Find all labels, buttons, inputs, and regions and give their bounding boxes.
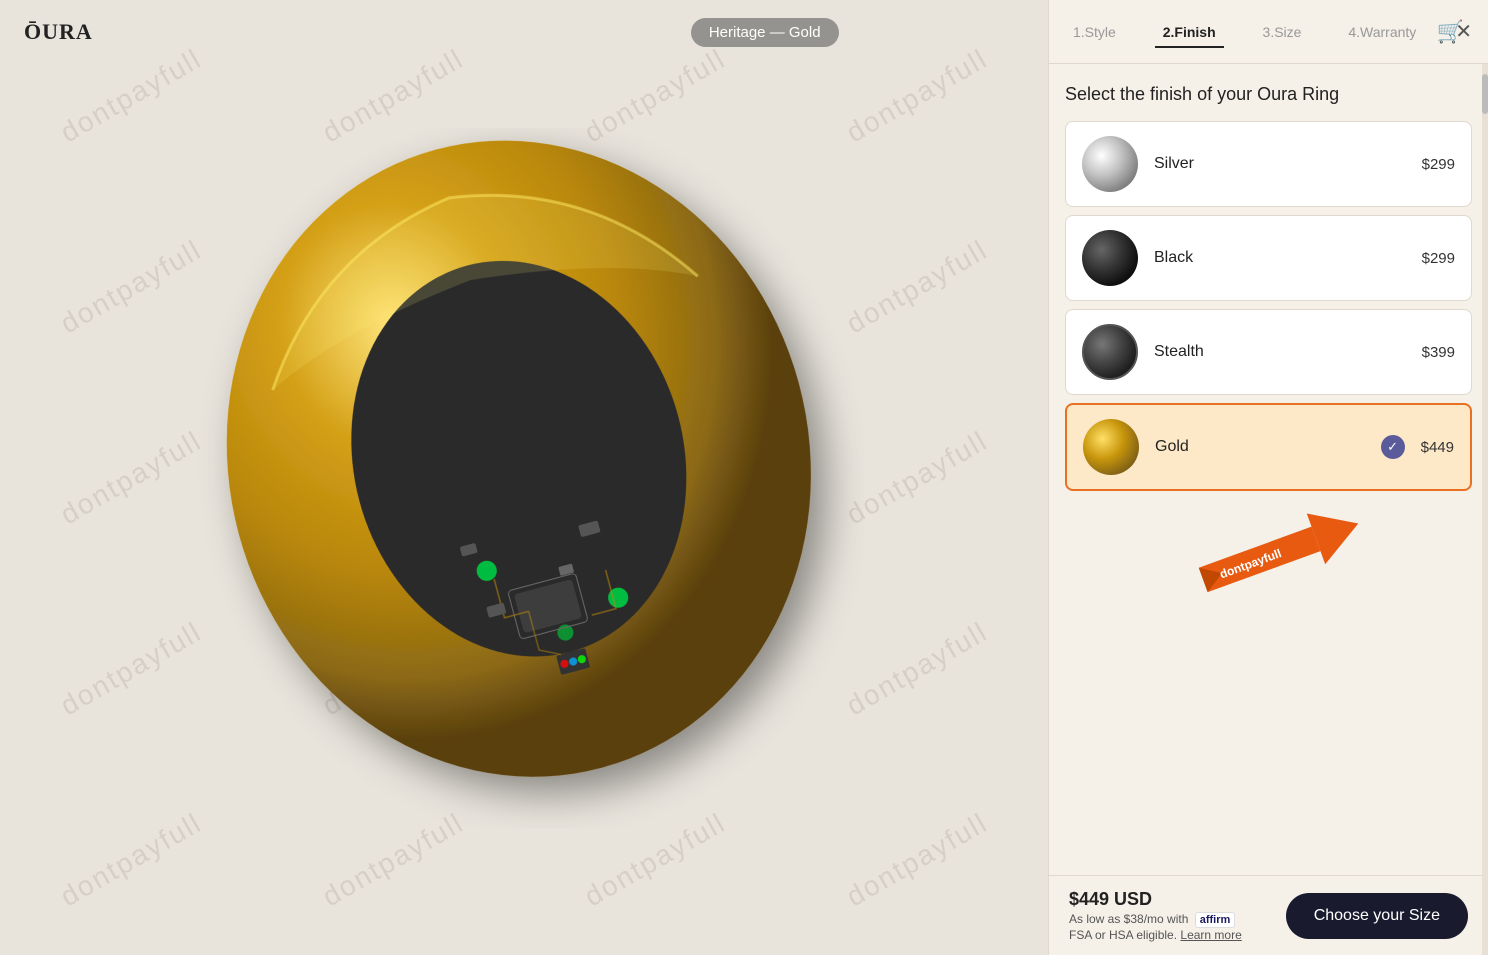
product-label: Heritage — Gold — [691, 18, 839, 47]
black-thumbnail — [1082, 230, 1138, 286]
section-title: Select the finish of your Oura Ring — [1065, 84, 1472, 105]
finish-option-stealth[interactable]: Stealth $399 — [1065, 309, 1472, 395]
left-panel: ŌURA Heritage — Gold 🛒 dontpayfull dontp… — [0, 0, 1048, 955]
finish-option-silver[interactable]: Silver $299 — [1065, 121, 1472, 207]
black-price: $299 — [1422, 250, 1455, 267]
scroll-thumb[interactable] — [1482, 74, 1488, 114]
stealth-price: $399 — [1422, 344, 1455, 361]
main-layout: ŌURA Heritage — Gold 🛒 dontpayfull dontp… — [0, 0, 1488, 955]
learn-more-link[interactable]: Learn more — [1180, 928, 1241, 942]
black-name: Black — [1154, 249, 1414, 267]
stealth-thumbnail — [1082, 324, 1138, 380]
gold-thumbnail — [1083, 419, 1139, 475]
silver-thumbnail — [1082, 136, 1138, 192]
price-sub: As low as $38/mo with affirm FSA or HSA … — [1069, 912, 1242, 942]
price-info: $449 USD As low as $38/mo with affirm FS… — [1069, 889, 1242, 942]
bottom-bar: $449 USD As low as $38/mo with affirm FS… — [1049, 875, 1488, 955]
selected-check-icon: ✓ — [1381, 435, 1405, 459]
promo-arrow-svg: dontpayfull — [1169, 511, 1369, 601]
cta-button[interactable]: Choose your Size — [1286, 893, 1468, 939]
product-image — [184, 128, 864, 828]
finish-option-gold[interactable]: Gold ✓ $449 — [1065, 403, 1472, 491]
stealth-name: Stealth — [1154, 343, 1414, 361]
gold-name: Gold — [1155, 438, 1381, 456]
gold-price: $449 — [1421, 439, 1454, 456]
right-panel: 1.Style 2.Finish 3.Size 4.Warranty ✕ Sel… — [1048, 0, 1488, 955]
finish-option-black[interactable]: Black $299 — [1065, 215, 1472, 301]
affirm-logo: affirm — [1195, 912, 1236, 928]
header: ŌURA Heritage — Gold 🛒 — [0, 0, 1048, 64]
price-sub-text: As low as $38/mo with — [1069, 912, 1188, 926]
oura-logo: ŌURA — [24, 19, 93, 45]
fsa-text: FSA or HSA eligible. — [1069, 928, 1177, 942]
promo-wrapper: dontpayfull — [1065, 511, 1472, 601]
price-main: $449 USD — [1069, 889, 1242, 910]
silver-price: $299 — [1422, 156, 1455, 173]
panel-content[interactable]: Select the finish of your Oura Ring Silv… — [1049, 64, 1488, 875]
scroll-track — [1482, 64, 1488, 955]
silver-name: Silver — [1154, 155, 1414, 173]
